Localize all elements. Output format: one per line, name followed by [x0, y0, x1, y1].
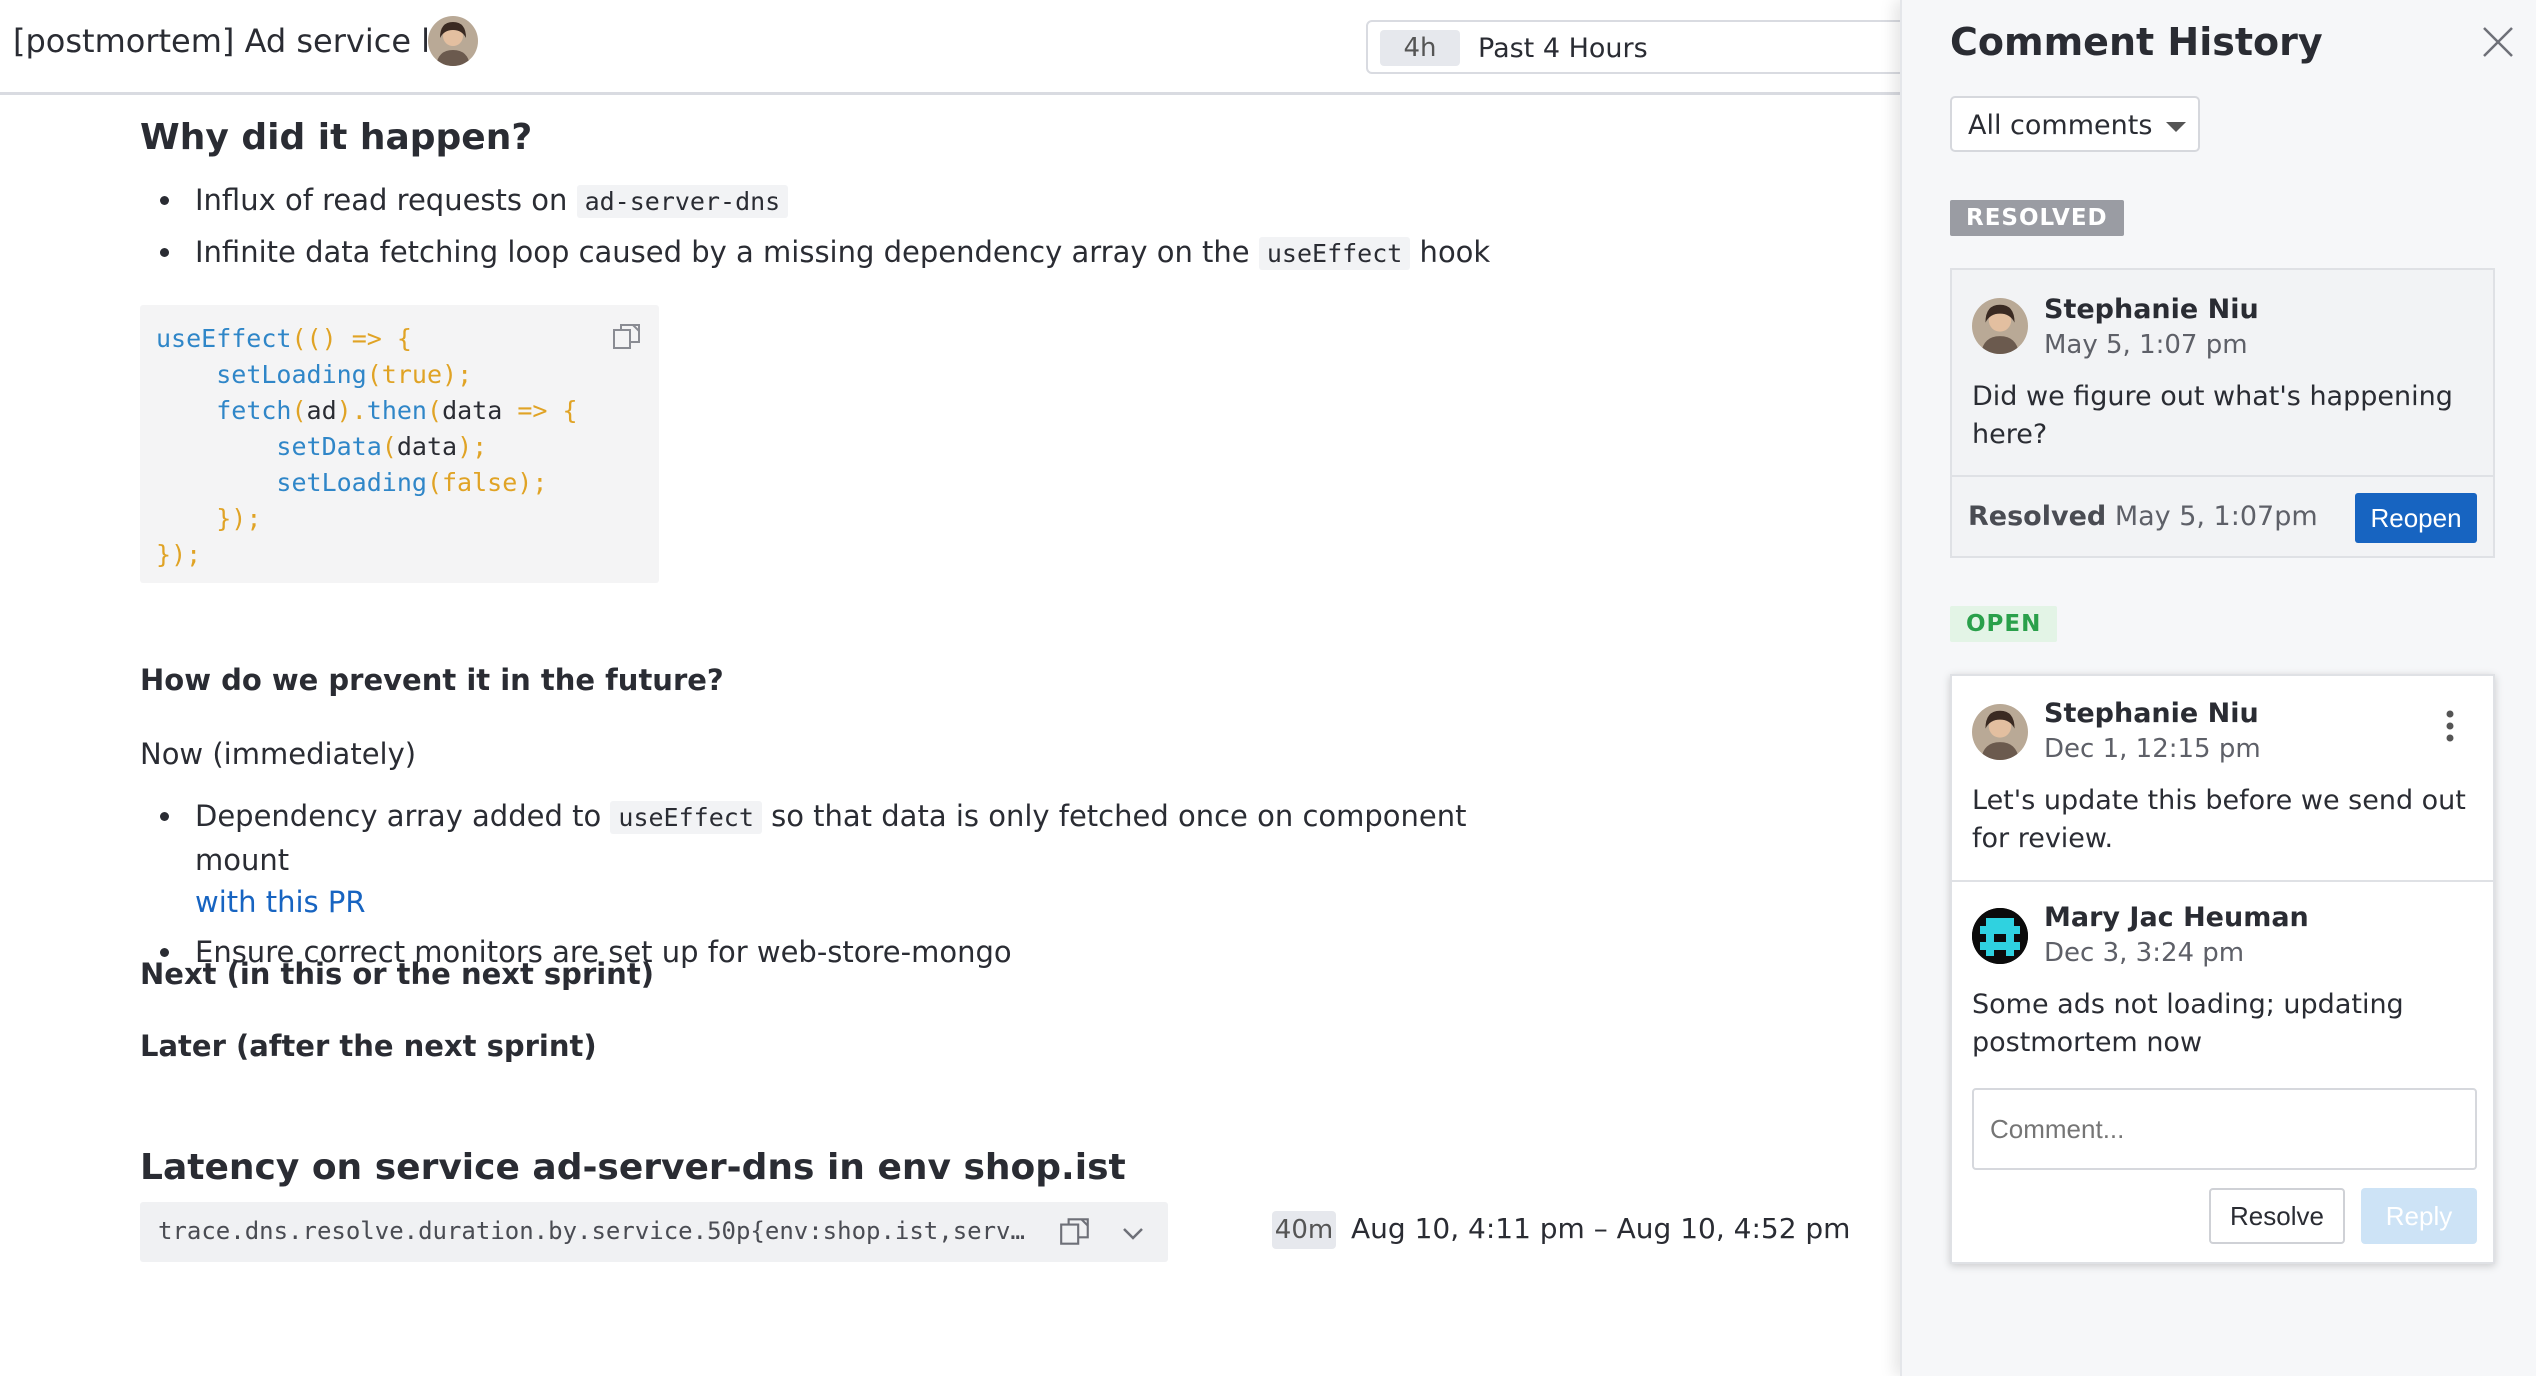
comment-text: Some ads not loading; updating postmorte… [1972, 989, 2404, 1058]
copy-icon[interactable] [1058, 1215, 1092, 1249]
comment-author: Stephanie Niu [2044, 698, 2259, 729]
inline-code: ad-server-dns [576, 185, 789, 218]
section-heading-latency: Latency on service ad-server-dns in env … [140, 1147, 1126, 1188]
code-line: useEffect(() => { [156, 324, 412, 353]
comment-author: Mary Jac Heuman [2044, 902, 2309, 933]
comment-text: Did we figure out what's happening here? [1972, 381, 2453, 450]
header-bar: [postmortem] Ad service lag 4h Past 4 Ho… [0, 0, 1926, 95]
open-comment-thread: Stephanie Niu Dec 1, 12:15 pm Let's upda… [1950, 674, 2495, 1264]
section-heading-next: Next (in this or the next sprint) [140, 957, 654, 991]
list-item: Dependency array added to useEffect so t… [140, 795, 1490, 923]
more-vertical-icon[interactable] [2438, 706, 2462, 746]
reply-button[interactable]: Reply [2361, 1188, 2477, 1244]
avatar [1972, 298, 2028, 354]
code-block: useEffect(() => { setLoading(true); fetc… [140, 305, 659, 583]
code-line: setLoading(false); [276, 468, 548, 497]
comment-author: Stephanie Niu [2044, 294, 2259, 325]
resolved-status: Resolved May 5, 1:07pm [1968, 501, 2318, 532]
resolved-comment-card: Stephanie Niu May 5, 1:07 pm Did we figu… [1950, 268, 2495, 558]
code-line: }); [216, 504, 262, 533]
time-range-badge: 4h [1380, 30, 1460, 66]
reopen-button[interactable]: Reopen [2355, 493, 2477, 543]
code-line: }); [156, 540, 202, 569]
inline-code: useEffect [1258, 237, 1411, 270]
code-line: setLoading(true); [216, 360, 473, 389]
comment-text: Let's update this before we send out for… [1972, 785, 2466, 854]
code-line: fetch(ad).then(data => { [216, 396, 578, 425]
comment-history-panel: Comment History All comments RESOLVED St… [1900, 0, 2536, 1376]
now-list: Dependency array added to useEffect so t… [140, 795, 1490, 973]
avatar [1972, 908, 2028, 964]
code-line: setData(data); [276, 432, 488, 461]
code-snippet: useEffect(() => { setLoading(true); fetc… [156, 321, 578, 573]
section-heading-prevent: How do we prevent it in the future? [140, 663, 724, 697]
time-range-label: Past 4 Hours [1478, 33, 1648, 64]
caret-down-icon [2166, 122, 2186, 132]
chevron-down-icon[interactable] [1118, 1218, 1148, 1248]
resolved-footer: Resolved May 5, 1:07pm Reopen [1952, 475, 2493, 558]
open-tag: OPEN [1950, 606, 2058, 642]
inline-code: useEffect [610, 801, 762, 834]
close-icon[interactable] [2480, 24, 2516, 60]
list-item: Infinite data fetching loop caused by a … [140, 231, 1490, 275]
range-duration-badge: 40m [1272, 1211, 1336, 1249]
comment-time: Dec 3, 3:24 pm [2044, 938, 2245, 968]
divider [1952, 880, 2493, 882]
why-list: Influx of read requests on ad-server-dns… [140, 179, 1490, 275]
section-heading-why: Why did it happen? [140, 117, 533, 158]
filter-value: All comments [1968, 110, 2153, 141]
comment-filter-dropdown[interactable]: All comments [1950, 96, 2200, 152]
metric-query[interactable]: trace.dns.resolve.duration.by.service.50… [158, 1217, 1028, 1245]
notebook-content: Why did it happen? Influx of read reques… [0, 95, 1900, 1376]
resolved-tag: RESOLVED [1950, 200, 2124, 236]
copy-icon[interactable] [611, 321, 643, 353]
comment-time: Dec 1, 12:15 pm [2044, 734, 2261, 764]
panel-title: Comment History [1950, 20, 2323, 64]
pr-link[interactable]: with this PR [195, 885, 366, 919]
avatar [1972, 704, 2028, 760]
section-heading-later: Later (after the next sprint) [140, 1029, 597, 1063]
comment-time: May 5, 1:07 pm [2044, 330, 2248, 360]
time-range-picker[interactable]: 4h Past 4 Hours [1366, 20, 1926, 74]
author-avatar[interactable] [428, 16, 478, 66]
list-item: Influx of read requests on ad-server-dns [140, 179, 1490, 223]
page-title[interactable]: [postmortem] Ad service lag [13, 22, 470, 60]
resolve-button[interactable]: Resolve [2209, 1188, 2345, 1244]
metric-query-bar[interactable]: trace.dns.resolve.duration.by.service.50… [140, 1202, 1168, 1262]
comment-input[interactable] [1972, 1088, 2477, 1170]
now-label: Now (immediately) [140, 737, 417, 771]
range-text: Aug 10, 4:11 pm – Aug 10, 4:52 pm [1351, 1212, 1851, 1245]
